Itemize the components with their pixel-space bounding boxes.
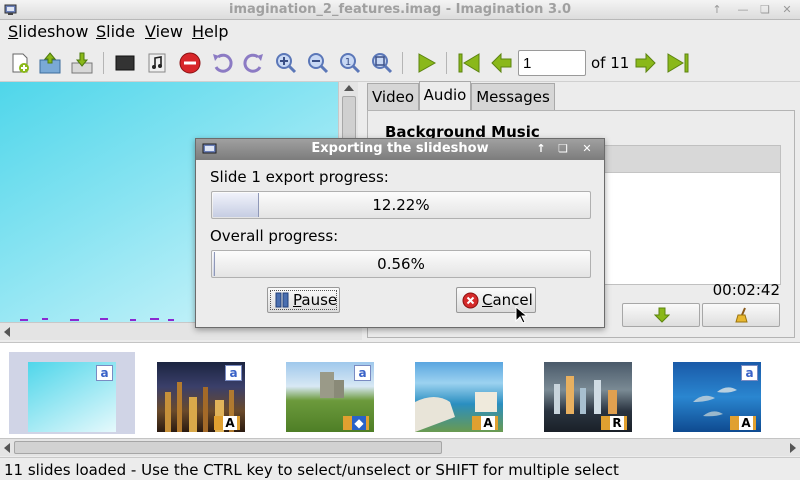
thumbnail-image-castle: a ◆ [286, 362, 374, 432]
tab-video[interactable]: Video [367, 83, 419, 111]
overall-progress-label: Overall progress: [210, 227, 339, 245]
next-slide-icon[interactable] [634, 51, 658, 75]
slide-progress-bar: 12.22% [211, 191, 591, 219]
dialog-title: Exporting the slideshow [311, 141, 489, 156]
slide-thumbnails: a a A a ◆ A R a A [0, 342, 800, 438]
import-music-icon[interactable] [145, 51, 169, 75]
window-up-button[interactable]: ↑ [708, 2, 726, 18]
thumbnail-image-coast: A [415, 362, 503, 432]
zoom-in-icon[interactable] [274, 51, 298, 75]
clear-music-button[interactable] [702, 303, 780, 327]
zoom-out-icon[interactable] [306, 51, 330, 75]
menu-slideshow-label: lideshow [18, 22, 89, 41]
text-indicator-icon: a [225, 365, 242, 381]
menu-slideshow-mnemonic: S [8, 22, 19, 41]
scroll-left-arrow-icon[interactable] [2, 326, 12, 338]
rotate-left-icon[interactable] [210, 51, 234, 75]
dialog-up-button[interactable]: ↑ [532, 141, 550, 157]
window-minimize-button[interactable]: — [734, 2, 752, 18]
window-close-button[interactable]: ✕ [778, 2, 796, 18]
new-slideshow-icon[interactable] [8, 51, 32, 75]
dialog-titlebar: Exporting the slideshow ↑ ❏ ✕ [196, 139, 604, 160]
thumbnail-slide-6[interactable]: a A [654, 352, 780, 434]
menu-view-mnemonic: V [145, 22, 156, 41]
cancel-icon [462, 292, 479, 309]
menu-slide[interactable]: Slide [96, 22, 135, 41]
arrow-down-icon [654, 307, 670, 323]
music-duration: 00:02:42 [712, 281, 780, 299]
open-slideshow-icon[interactable] [38, 51, 62, 75]
broom-icon [735, 307, 748, 323]
thumbnail-image-hong-kong: R [544, 362, 632, 432]
last-slide-icon[interactable] [666, 51, 690, 75]
thumbnail-image: a [28, 362, 116, 432]
export-dialog: Exporting the slideshow ↑ ❏ ✕ Slide 1 ex… [195, 138, 605, 328]
menu-slide-mnemonic: S [96, 22, 107, 41]
mouse-cursor-icon [515, 306, 527, 324]
zoom-fit-icon[interactable] [370, 51, 394, 75]
toolbar-separator [446, 52, 447, 74]
scroll-right-arrow-icon[interactable] [788, 442, 798, 454]
zoom-normal-icon[interactable]: 1 [338, 51, 362, 75]
rotate-right-icon[interactable] [242, 51, 266, 75]
slide-progress-text: 12.22% [372, 196, 430, 214]
toolbar-separator [103, 52, 104, 74]
menu-view-label: iew [155, 22, 183, 41]
menu-view[interactable]: View [145, 22, 183, 41]
thumbnail-image-city-night: a A [157, 362, 245, 432]
thumbnail-slide-4[interactable]: A [396, 352, 522, 434]
status-bar: 11 slides loaded - Use the CTRL key to s… [0, 457, 800, 480]
add-empty-slide-icon[interactable] [113, 51, 137, 75]
text-indicator-icon: a [741, 365, 758, 381]
thumbnails-scroll-thumb[interactable] [14, 441, 442, 454]
previous-slide-icon[interactable] [489, 51, 513, 75]
transition-indicator-icon: A [214, 416, 240, 430]
transition-indicator-icon: A [730, 416, 756, 430]
menu-help-mnemonic: H [192, 22, 205, 41]
cancel-mnemonic: C [482, 291, 493, 309]
delete-slide-icon[interactable] [178, 51, 202, 75]
slide-count-label: of 11 [591, 54, 630, 72]
pause-label: ause [301, 291, 338, 309]
text-indicator-icon: a [354, 365, 371, 381]
thumbnails-horizontal-scrollbar[interactable] [0, 438, 800, 456]
menu-help-label: elp [204, 22, 229, 41]
window-title: imagination_2_features.imag - Imaginatio… [229, 2, 571, 17]
imagination-app-icon [202, 143, 217, 154]
overall-progress-bar: 0.56% [211, 250, 591, 278]
scroll-left-arrow-icon[interactable] [2, 442, 12, 454]
thumbnail-slide-2[interactable]: a A [138, 352, 264, 434]
thumbnail-slide-3[interactable]: a ◆ [267, 352, 393, 434]
toolbar: 1 of 11 [0, 44, 800, 82]
transition-indicator-icon: A [472, 416, 498, 430]
slide-progress-label: Slide 1 export progress: [210, 168, 389, 186]
window-maximize-button[interactable]: ❏ [756, 2, 774, 18]
move-music-down-button[interactable] [622, 303, 700, 327]
thumbnail-slide-1[interactable]: a [9, 352, 135, 434]
dialog-close-button[interactable]: ✕ [578, 141, 596, 157]
window-titlebar: imagination_2_features.imag - Imaginatio… [0, 0, 800, 20]
menu-help[interactable]: Help [192, 22, 228, 41]
pause-button[interactable]: Pause [267, 287, 340, 313]
play-icon[interactable] [414, 51, 438, 75]
menu-slideshow[interactable]: Slideshow [8, 22, 88, 41]
text-indicator-icon: a [96, 365, 113, 381]
first-slide-icon[interactable] [457, 51, 481, 75]
menu-bar: Slideshow Slide View Help [0, 20, 800, 44]
tab-audio[interactable]: Audio [419, 81, 471, 111]
thumbnail-slide-5[interactable]: R [525, 352, 651, 434]
scroll-up-arrow-icon[interactable] [343, 83, 355, 93]
slide-number-input[interactable] [518, 50, 586, 76]
thumbnail-image-dolphins: a A [673, 362, 761, 432]
dialog-maximize-button[interactable]: ❏ [554, 141, 572, 157]
pause-icon [275, 292, 289, 308]
overall-progress-text: 0.56% [377, 255, 425, 273]
toolbar-separator [402, 52, 403, 74]
save-slideshow-icon[interactable] [70, 51, 94, 75]
menu-slide-label: lide [106, 22, 136, 41]
transition-indicator-icon: ◆ [343, 416, 369, 430]
tab-messages[interactable]: Messages [471, 83, 555, 111]
svg-text:1: 1 [345, 57, 351, 68]
transition-indicator-icon: R [601, 416, 627, 430]
